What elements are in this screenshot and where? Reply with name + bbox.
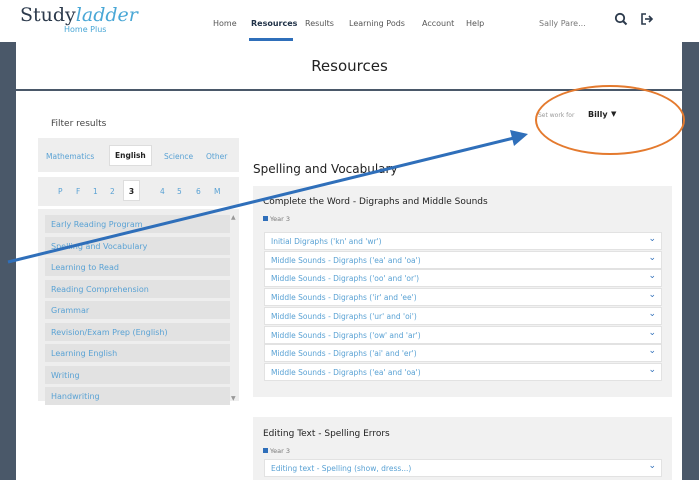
annotation-arrow bbox=[7, 130, 528, 264]
